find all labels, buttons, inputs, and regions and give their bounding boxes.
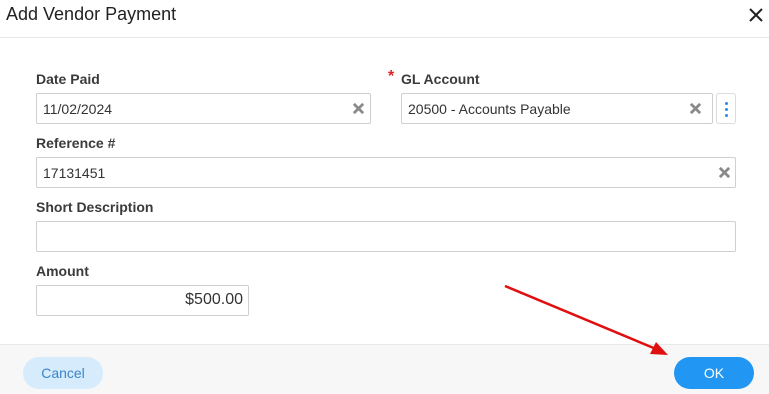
ok-button[interactable]: OK	[674, 357, 754, 389]
cancel-button[interactable]: Cancel	[23, 357, 103, 389]
reference-field[interactable]: 17131451	[36, 157, 736, 188]
amount-value: $500.00	[185, 291, 243, 308]
close-button[interactable]	[746, 5, 766, 25]
amount-field[interactable]: $500.00	[36, 285, 249, 316]
clear-x-icon	[352, 102, 365, 115]
amount-label: Amount	[36, 263, 89, 279]
gl-account-value: 20500 - Accounts Payable	[408, 101, 571, 117]
dialog-header: Add Vendor Payment	[0, 0, 769, 38]
required-indicator: *	[388, 68, 395, 85]
date-paid-value: 11/02/2024	[43, 101, 113, 117]
date-paid-label: Date Paid	[36, 71, 100, 87]
gl-account-label: GL Account	[401, 71, 480, 87]
dialog-title: Add Vendor Payment	[6, 4, 177, 24]
date-paid-clear-button[interactable]	[352, 102, 366, 116]
reference-value: 17131451	[43, 165, 106, 181]
short-description-label: Short Description	[36, 199, 154, 215]
gl-account-clear-button[interactable]	[689, 102, 703, 116]
short-description-field[interactable]	[36, 221, 736, 252]
reference-clear-button[interactable]	[718, 166, 732, 180]
annotation-arrow	[504, 284, 668, 355]
date-paid-field[interactable]: 11/02/2024	[36, 93, 371, 124]
gl-account-field[interactable]: 20500 - Accounts Payable	[401, 93, 713, 124]
gl-account-more-button[interactable]	[716, 93, 736, 124]
close-icon	[749, 8, 763, 22]
reference-label: Reference #	[36, 135, 116, 151]
clear-x-icon	[718, 166, 731, 179]
dialog-footer: Cancel OK	[0, 344, 769, 394]
clear-x-icon	[689, 102, 702, 115]
